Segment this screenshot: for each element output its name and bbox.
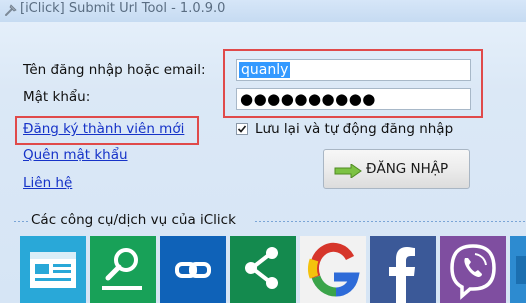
tool-tile-search[interactable] [90,236,156,303]
username-value: quanly [239,62,291,78]
facebook-icon [389,247,415,303]
login-button[interactable]: ĐĂNG NHẬP [323,149,470,189]
tool-tile-links[interactable] [160,236,226,303]
partial-tile-icon [516,256,526,284]
password-value: ●●●●●●●●●● [240,90,376,108]
remember-label: Lưu lại và tự động đăng nhập [255,121,454,137]
login-button-label: ĐĂNG NHẬP [366,161,449,177]
username-input[interactable]: quanly [236,59,471,81]
web-browser-icon [30,252,76,288]
pin-icon [3,2,19,18]
tool-tile-share[interactable] [230,236,296,303]
tool-tile-viber[interactable] [440,236,506,303]
link-chain-icon [175,262,211,278]
tools-section-title: Các công cụ/dịch vụ của iClick [31,212,236,228]
window-title: [iClick] Submit Url Tool - 1.0.9.0 [20,1,226,16]
password-label: Mật khẩu: [23,89,91,105]
forgot-password-link[interactable]: Quên mật khẩu [23,147,128,163]
section-divider-right [255,221,526,222]
tool-tile-facebook[interactable] [370,236,436,303]
username-label: Tên đăng nhập hoặc email: [23,62,206,78]
password-input[interactable]: ●●●●●●●●●● [236,88,471,110]
tool-tile-partial[interactable] [510,236,526,303]
share-icon [245,247,278,289]
section-divider-left [14,221,28,222]
google-icon [308,242,360,297]
magnifier-icon [102,248,142,290]
title-bar: [iClick] Submit Url Tool - 1.0.9.0 [0,0,526,22]
checkmark-icon [237,125,247,133]
register-link[interactable]: Đăng ký thành viên mới [23,121,184,137]
arrow-right-icon [334,163,362,182]
tool-tile-google[interactable] [300,236,366,303]
contact-link[interactable]: Liên hệ [23,175,72,191]
tool-tile-web[interactable] [20,236,86,303]
viber-icon [450,244,496,300]
remember-checkbox[interactable] [236,123,248,135]
